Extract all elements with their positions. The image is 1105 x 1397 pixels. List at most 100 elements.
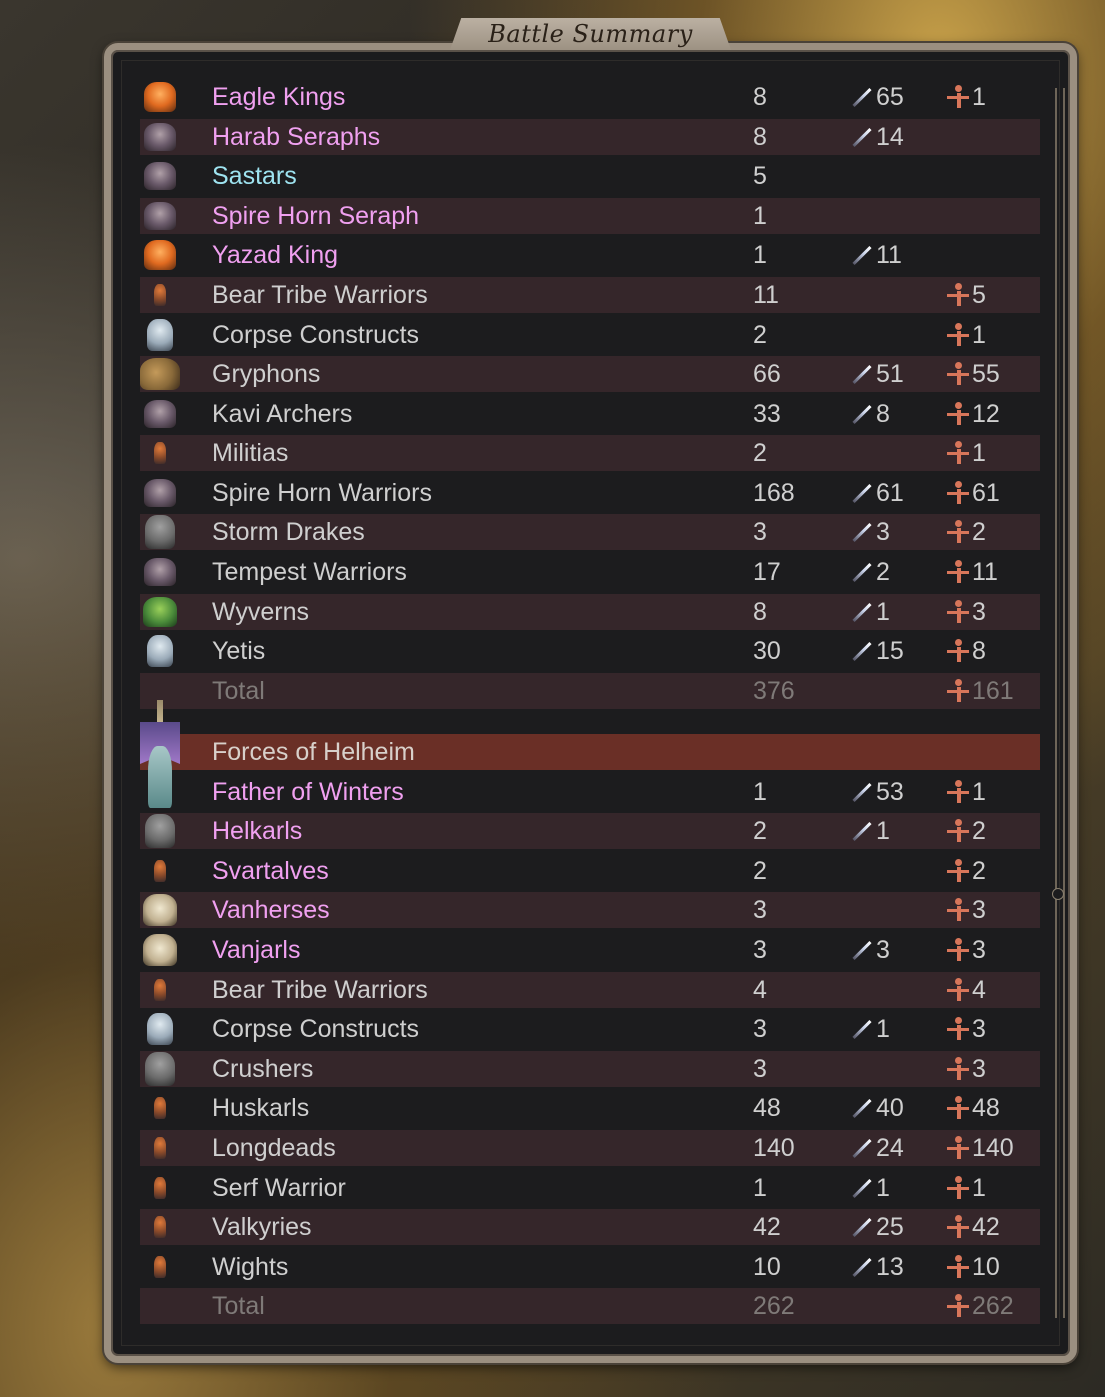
losses-stat: 1	[946, 321, 986, 350]
unit-name: Spire Horn Seraph	[212, 201, 420, 230]
kills-value: 8	[876, 399, 890, 428]
harab-seraph-portrait-icon	[140, 119, 180, 155]
losses-value: 2	[972, 517, 986, 546]
sword-icon	[848, 243, 872, 267]
unit-name: Longdeads	[212, 1133, 336, 1162]
unit-row[interactable]: Yetis 30 15 8	[140, 633, 1040, 669]
fallen-soldier-icon	[946, 819, 970, 843]
unit-row[interactable]: Crushers 3 3	[140, 1051, 1040, 1087]
unit-row[interactable]: Eagle Kings 8 65 1	[140, 79, 1040, 115]
scrollbar-track[interactable]	[1052, 88, 1065, 1318]
unit-row[interactable]: Corpse Constructs 2 1	[140, 317, 1040, 353]
losses-value: 1	[972, 82, 986, 111]
unit-row[interactable]: Gryphons 66 51 55	[140, 356, 1040, 392]
unit-row[interactable]: Corpse Constructs 3 1 3	[140, 1011, 1040, 1047]
unit-row[interactable]: Father of Winters 1 53 1	[140, 774, 1040, 810]
losses-value: 12	[972, 399, 1000, 428]
unit-count: 5	[753, 161, 767, 190]
window-title: Battle Summary	[488, 20, 693, 48]
losses-stat: 3	[946, 896, 986, 925]
wight-portrait-icon	[140, 1249, 180, 1285]
losses-stat: 48	[946, 1094, 1000, 1123]
losses-stat: 5	[946, 281, 986, 310]
unit-name: Storm Drakes	[212, 517, 365, 546]
unit-name: Kavi Archers	[212, 399, 353, 428]
kills-stat: 14	[848, 123, 904, 152]
losses-value: 3	[972, 1014, 986, 1043]
unit-row[interactable]: Storm Drakes 3 3 2	[140, 514, 1040, 550]
unit-name: Harab Seraphs	[212, 122, 381, 151]
yeti-portrait-icon	[140, 633, 180, 669]
unit-row[interactable]: Longdeads 140 24 140	[140, 1130, 1040, 1166]
unit-row[interactable]: Yazad King 1 11	[140, 237, 1040, 273]
unit-row[interactable]: Spire Horn Seraph 1	[140, 198, 1040, 234]
fallen-soldier-icon	[946, 859, 970, 883]
unit-count: 42	[753, 1212, 781, 1241]
losses-stat: 1	[946, 778, 986, 807]
kills-value: 13	[876, 1252, 904, 1281]
kills-value: 3	[876, 935, 890, 964]
losses-value: 3	[972, 1054, 986, 1083]
unit-row[interactable]: Harab Seraphs 8 14	[140, 119, 1040, 155]
sword-icon	[848, 520, 872, 544]
unit-count: 11	[753, 280, 779, 309]
unit-name: Vanherses	[212, 895, 330, 924]
unit-count: 3	[753, 1014, 767, 1043]
total-count: 262	[753, 1291, 795, 1320]
sword-icon	[848, 362, 872, 386]
unit-row[interactable]: Bear Tribe Warriors 11 5	[140, 277, 1040, 313]
losses-stat: 10	[946, 1253, 1000, 1282]
fallen-soldier-icon	[946, 441, 970, 465]
losses-stat: 11	[946, 558, 998, 587]
unit-count: 1	[753, 1173, 767, 1202]
fallen-soldier-icon	[946, 1294, 970, 1318]
losses-stat: 42	[946, 1213, 1000, 1242]
unit-name: Corpse Constructs	[212, 320, 420, 349]
svartalf-portrait-icon	[140, 853, 180, 889]
losses-value: 61	[972, 478, 1000, 507]
losses-value: 11	[972, 557, 998, 586]
sword-icon	[848, 1255, 872, 1279]
unit-row[interactable]: Helkarls 2 1 2	[140, 813, 1040, 849]
eagle-king-portrait-icon	[140, 79, 180, 115]
unit-row[interactable]: Bear Tribe Warriors 4 4	[140, 972, 1040, 1008]
fallen-soldier-icon	[946, 362, 970, 386]
spire-horn-seraph-portrait-icon	[140, 198, 180, 234]
helheim-faction-banner-icon	[140, 700, 180, 808]
unit-row[interactable]: Serf Warrior 1 1 1	[140, 1170, 1040, 1206]
scrollbar-thumb[interactable]	[1052, 888, 1064, 900]
fallen-soldier-icon	[946, 938, 970, 962]
crusher-portrait-icon	[140, 1051, 180, 1087]
losses-stat: 2	[946, 857, 986, 886]
fallen-soldier-icon	[946, 978, 970, 1002]
unit-row[interactable]: Spire Horn Warriors 168 61 61	[140, 475, 1040, 511]
serf-warrior-portrait-icon	[140, 1170, 180, 1206]
losses-value: 1	[972, 438, 986, 467]
unit-row[interactable]: Tempest Warriors 17 2 11	[140, 554, 1040, 590]
losses-stat: 3	[946, 598, 986, 627]
unit-row[interactable]: Wights 10 13 10	[140, 1249, 1040, 1285]
unit-row[interactable]: Valkyries 42 25 42	[140, 1209, 1040, 1245]
sastar-portrait-icon	[140, 158, 180, 194]
unit-row[interactable]: Militias 2 1	[140, 435, 1040, 471]
unit-row[interactable]: Kavi Archers 33 8 12	[140, 396, 1040, 432]
unit-row[interactable]: Huskarls 48 40 48	[140, 1090, 1040, 1126]
fallen-soldier-icon	[946, 481, 970, 505]
unit-row[interactable]: Vanjarls 3 3 3	[140, 932, 1040, 968]
unit-row[interactable]: Svartalves 2 2	[140, 853, 1040, 889]
corpse-construct-portrait-icon	[140, 317, 180, 353]
fallen-soldier-icon	[946, 1136, 970, 1160]
sword-icon	[848, 1176, 872, 1200]
losses-stat: 3	[946, 1055, 986, 1084]
losses-stat: 161	[946, 677, 1014, 706]
unit-row[interactable]: Wyverns 8 1 3	[140, 594, 1040, 630]
unit-row[interactable]: Sastars 5	[140, 158, 1040, 194]
unit-row[interactable]: Vanherses 3 3	[140, 892, 1040, 928]
unit-count: 48	[753, 1093, 781, 1122]
fallen-soldier-icon	[946, 780, 970, 804]
unit-count: 1	[753, 777, 767, 806]
losses-stat: 12	[946, 400, 1000, 429]
kills-stat: 1	[848, 598, 890, 627]
kills-stat: 65	[848, 83, 904, 112]
losses-stat: 262	[946, 1292, 1014, 1321]
